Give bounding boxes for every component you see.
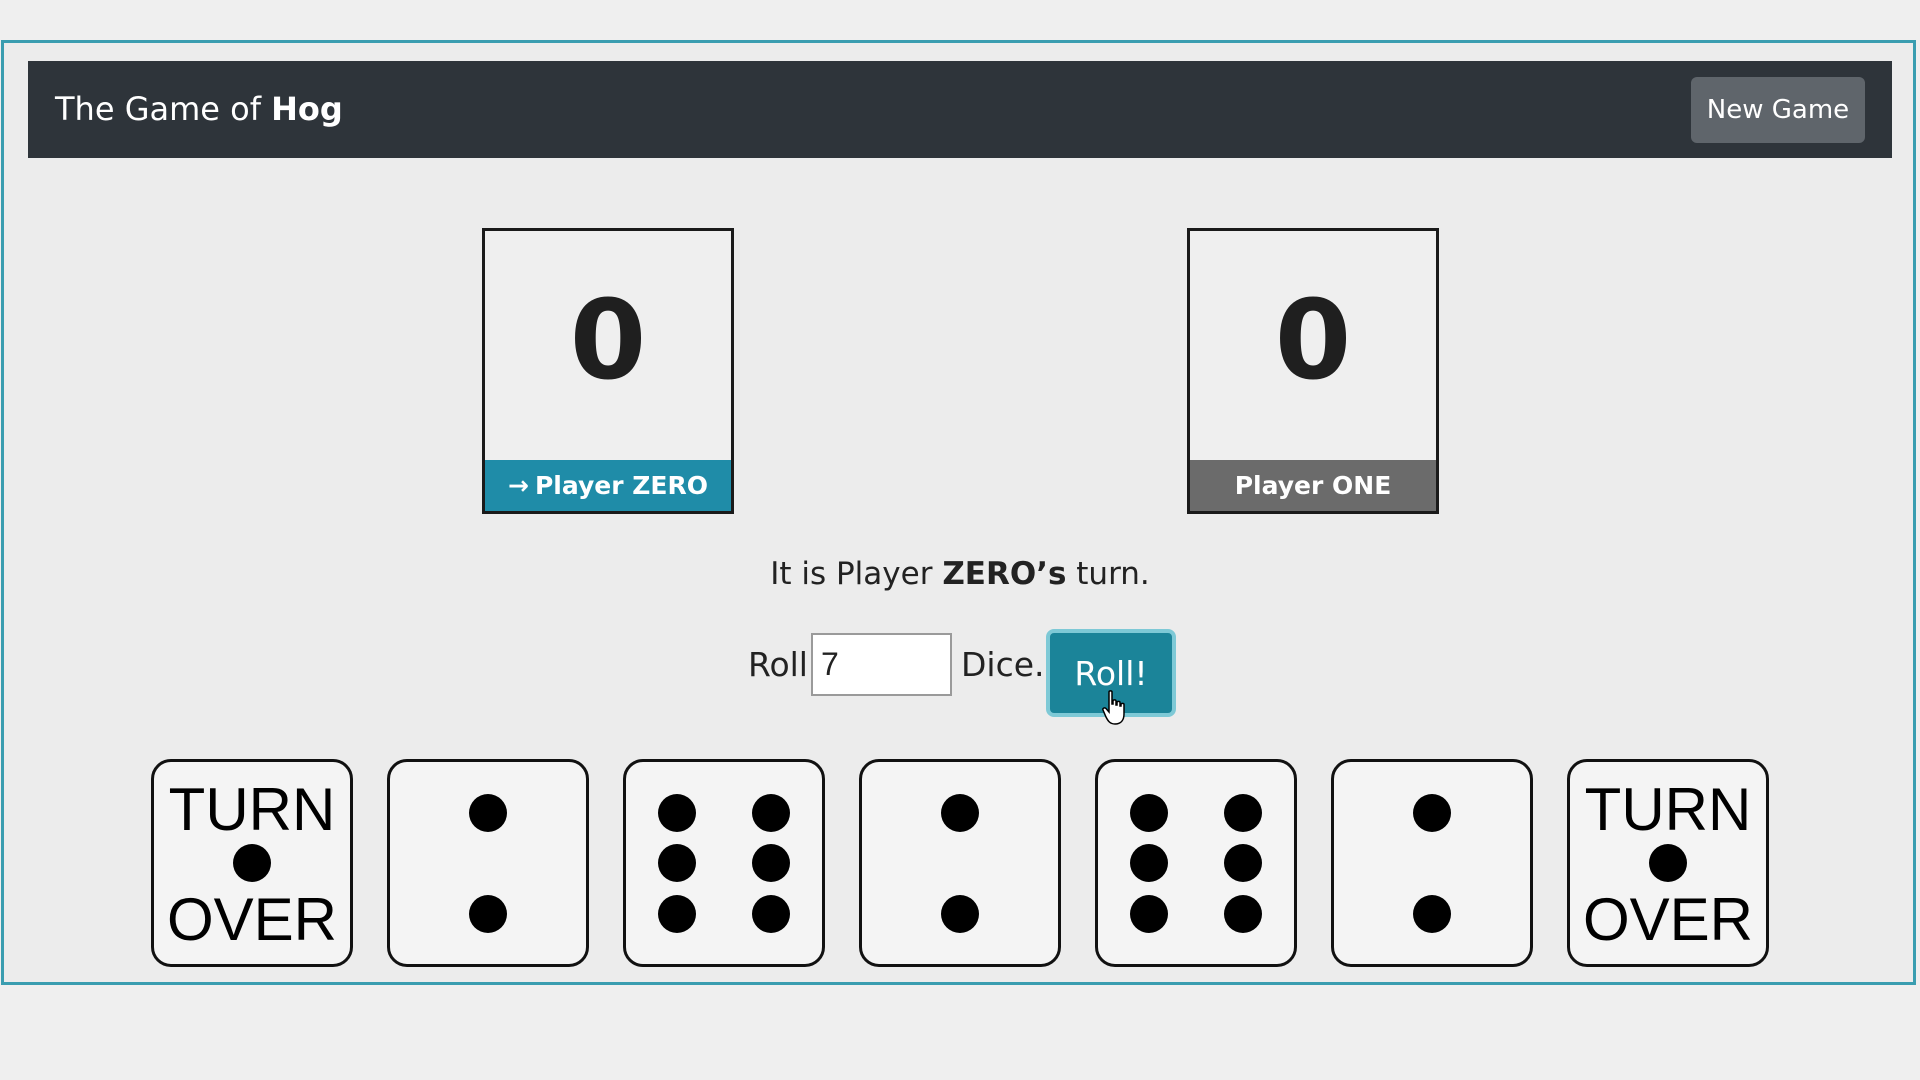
- player-zero-name: Player ZERO: [534, 471, 708, 500]
- player-one-name: Player ONE: [1234, 471, 1392, 500]
- die-4: [859, 759, 1061, 967]
- turn-message: It is Player ZERO’s turn.: [0, 556, 1920, 592]
- current-turn-arrow-icon: →: [508, 471, 529, 500]
- die-pip: [1129, 894, 1168, 933]
- app-title: The Game of Hog: [55, 89, 343, 129]
- die-pip: [752, 894, 791, 933]
- die-3: [623, 759, 825, 967]
- navbar: The Game of Hog New Game: [28, 61, 1892, 158]
- die-pip: [657, 793, 696, 832]
- dice-label: Dice.: [961, 645, 1045, 684]
- hand-pointer-cursor-icon: [1102, 690, 1125, 725]
- die-pip: [657, 894, 696, 933]
- player-one-label: Player ONE: [1190, 460, 1436, 511]
- roll-label: Roll: [748, 645, 808, 684]
- player-zero-label: → Player ZERO: [485, 460, 731, 511]
- die-pip: [1129, 844, 1168, 882]
- roll-controls: Roll Dice. Roll!: [0, 629, 1920, 717]
- die-pip: [1413, 793, 1451, 832]
- dice-count-input[interactable]: [811, 633, 952, 696]
- die-pip: [752, 793, 791, 832]
- die-6: [1331, 759, 1533, 967]
- new-game-button[interactable]: New Game: [1691, 77, 1865, 143]
- app-title-name: Hog: [271, 90, 343, 128]
- turnover-bottom-text: OVER: [1582, 886, 1754, 953]
- dice-row: TURN OVER TURN OVER: [0, 759, 1920, 969]
- app-title-prefix: The Game of: [55, 90, 272, 128]
- die-5: [1095, 759, 1297, 967]
- die-pip: [1224, 844, 1263, 882]
- die-pip: [1129, 793, 1168, 832]
- turn-message-player: ZERO’s: [942, 556, 1067, 592]
- die-pip: [657, 844, 696, 882]
- player-zero-score: 0: [569, 276, 647, 404]
- die-pip: [1413, 894, 1451, 933]
- turnover-bottom-text: OVER: [166, 886, 338, 953]
- turnover-top-text: TURN: [168, 776, 336, 843]
- die-pip: [233, 844, 271, 882]
- player-zero-score-card: 0 → Player ZERO: [482, 228, 734, 514]
- die-pip: [469, 793, 507, 832]
- die-pip: [941, 793, 979, 832]
- die-pip: [941, 894, 979, 933]
- die-pip: [1224, 793, 1263, 832]
- die-2: [387, 759, 589, 967]
- player-one-score-card: 0 Player ONE: [1187, 228, 1439, 514]
- turn-message-suffix: turn.: [1066, 556, 1150, 592]
- die-7: TURN OVER: [1567, 759, 1769, 967]
- die-pip: [1649, 844, 1687, 882]
- die-1: TURN OVER: [151, 759, 353, 967]
- player-one-score: 0: [1274, 276, 1352, 404]
- die-pip: [752, 844, 791, 882]
- die-pip: [469, 894, 507, 933]
- turnover-top-text: TURN: [1584, 776, 1752, 843]
- die-pip: [1224, 894, 1263, 933]
- turn-message-prefix: It is Player: [770, 556, 943, 592]
